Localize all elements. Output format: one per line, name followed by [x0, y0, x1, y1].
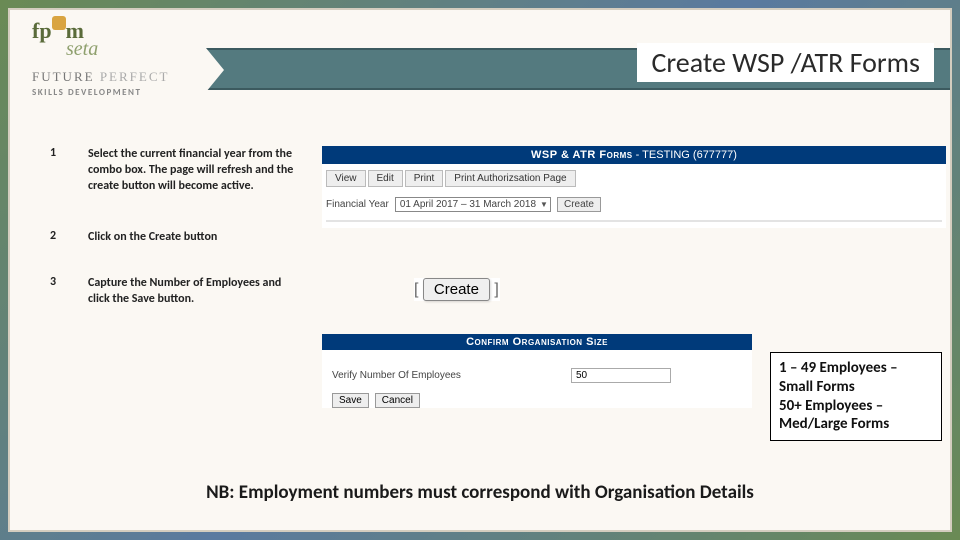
forms-header-suffix: - TESTING (677777) — [633, 149, 737, 161]
logo-seta: seta — [66, 38, 202, 61]
tab-view[interactable]: View — [326, 170, 366, 187]
logo-fp-text: fp — [32, 18, 52, 44]
instruction-row: 2 Click on the Create button — [50, 229, 320, 245]
bracket-right-icon: ] — [494, 281, 498, 298]
create-button[interactable]: Create — [423, 278, 490, 301]
cancel-button[interactable]: Cancel — [375, 393, 420, 408]
financial-year-row: Financial Year 01 April 2017 – 31 March … — [322, 197, 946, 216]
divider — [326, 220, 942, 222]
step-text: Select the current financial year from t… — [88, 146, 298, 195]
verify-label: Verify Number Of Employees — [332, 370, 461, 381]
save-button[interactable]: Save — [332, 393, 369, 408]
step-text: Capture the Number of Employees and clic… — [88, 275, 298, 307]
title-bar: Create WSP /ATR Forms — [206, 48, 950, 90]
confirm-org-size-panel: Confirm Organisation Size Verify Number … — [322, 334, 752, 408]
tab-edit[interactable]: Edit — [368, 170, 403, 187]
forms-panel: WSP & ATR Forms - TESTING (677777) View … — [322, 146, 946, 228]
logo-area: fpm seta FUTURE PERFECT SKILLS DEVELOPME… — [32, 18, 202, 98]
step-number: 1 — [50, 146, 62, 195]
verify-row: Verify Number Of Employees — [322, 368, 752, 393]
logo-skills-dev: SKILLS DEVELOPMENT — [32, 87, 202, 98]
future-word: FUTURE — [32, 69, 95, 84]
tab-bar: View Edit Print Print Authorizsation Pag… — [322, 170, 946, 187]
button-row: Save Cancel — [322, 393, 752, 408]
instruction-row: 1 Select the current financial year from… — [50, 146, 320, 195]
confirm-header: Confirm Organisation Size — [322, 334, 752, 350]
step-number: 2 — [50, 229, 62, 245]
tab-print[interactable]: Print — [405, 170, 444, 187]
slide-frame: fpm seta FUTURE PERFECT SKILLS DEVELOPME… — [0, 0, 960, 540]
create-button-highlight: [ Create ] — [414, 278, 500, 301]
tab-print-auth[interactable]: Print Authorizsation Page — [445, 170, 575, 187]
slide-inner: fpm seta FUTURE PERFECT SKILLS DEVELOPME… — [8, 8, 952, 532]
instruction-row: 3 Capture the Number of Employees and cl… — [50, 275, 320, 307]
instruction-list: 1 Select the current financial year from… — [50, 146, 320, 341]
chevron-down-icon: ▼ — [540, 200, 548, 209]
forms-header-title: WSP & ATR Forms — [531, 149, 633, 161]
nb-note: NB: Employment numbers must correspond w… — [10, 481, 950, 504]
bracket-left-icon: [ — [414, 281, 418, 298]
perfect-word: PERFECT — [100, 69, 170, 84]
financial-year-combo[interactable]: 01 April 2017 – 31 March 2018 ▼ — [395, 197, 551, 212]
logo-future-perfect: FUTURE PERFECT — [32, 69, 202, 85]
page-title: Create WSP /ATR Forms — [637, 43, 934, 82]
employee-threshold-callout: 1 – 49 Employees – Small Forms 50+ Emplo… — [770, 352, 942, 441]
financial-year-value: 01 April 2017 – 31 March 2018 — [400, 199, 536, 210]
forms-panel-header: WSP & ATR Forms - TESTING (677777) — [322, 146, 946, 164]
step-number: 3 — [50, 275, 62, 307]
financial-year-label: Financial Year — [326, 199, 389, 210]
step-text: Click on the Create button — [88, 229, 298, 245]
logo-amp-icon — [52, 16, 66, 30]
create-button-small[interactable]: Create — [557, 197, 601, 212]
employees-input[interactable] — [571, 368, 671, 383]
